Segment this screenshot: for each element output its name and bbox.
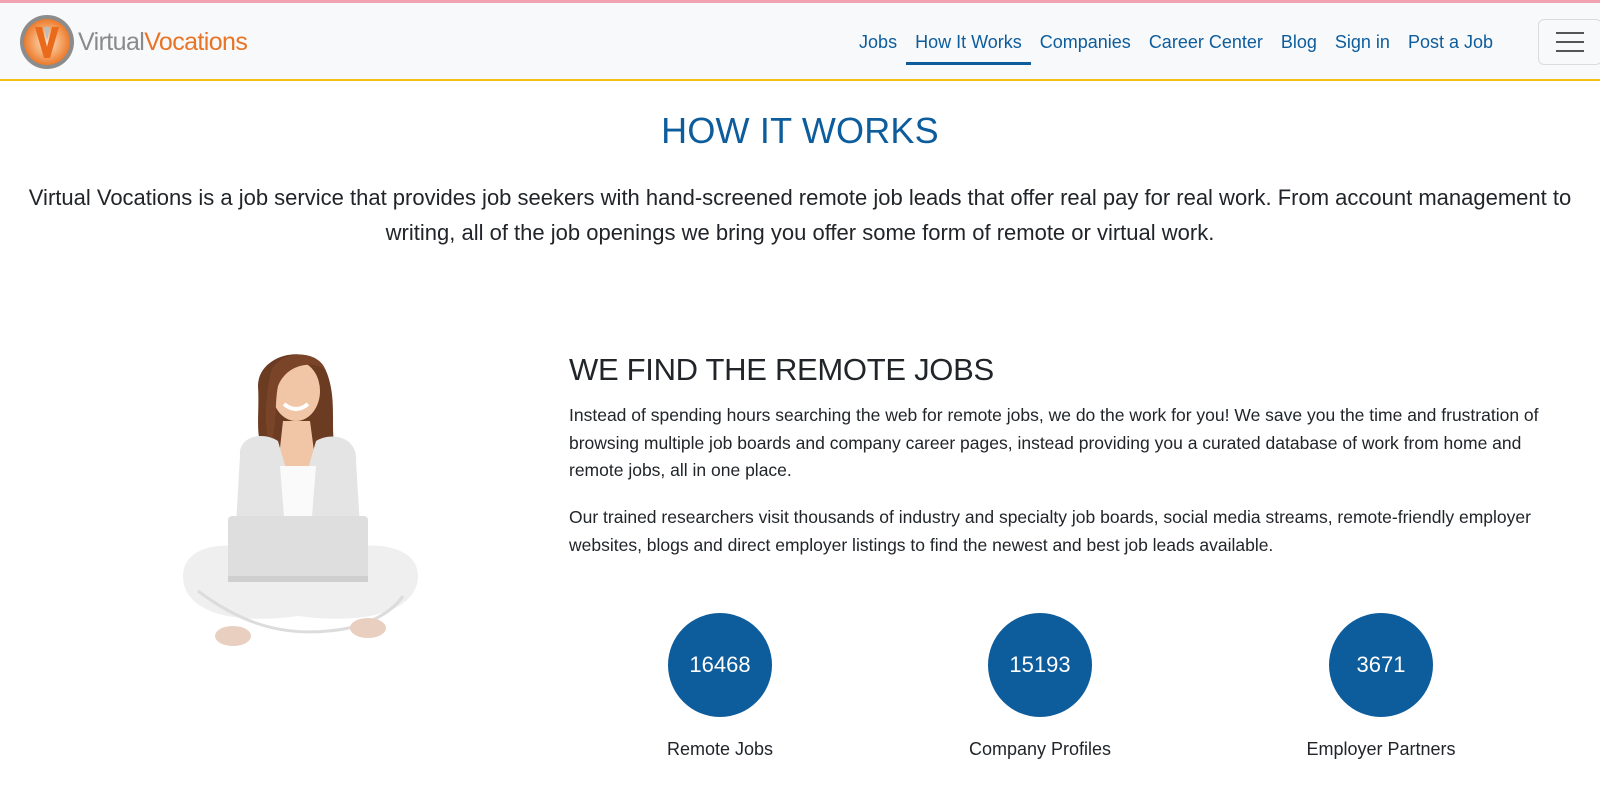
stat-label: Company Profiles	[968, 739, 1112, 759]
page-title: HOW IT WORKS	[661, 110, 939, 151]
hamburger-icon	[1556, 32, 1584, 34]
hamburger-icon-bar	[1556, 41, 1584, 43]
stat-employer-partners: 3671 Employer Partners	[1261, 613, 1501, 760]
brand-name: VirtualVocations	[78, 27, 248, 56]
stat-label: Remote Jobs	[666, 739, 774, 759]
nav-jobs[interactable]: Jobs	[850, 3, 906, 81]
nav-links: Jobs How It Works Companies Career Cente…	[850, 3, 1502, 81]
brand-name-vocations: Vocations	[144, 27, 248, 56]
brand-name-virtual: Virtual	[78, 27, 145, 56]
intro-text: Virtual Vocations is a job service that …	[28, 185, 1572, 245]
stat-value: 16468	[668, 613, 772, 717]
nav-companies[interactable]: Companies	[1031, 3, 1140, 81]
woman-with-laptop-image	[178, 346, 423, 676]
stat-value: 3671	[1329, 613, 1433, 717]
logo-icon	[18, 13, 76, 71]
stat-label: Employer Partners	[1306, 739, 1456, 759]
section-title: WE FIND THE REMOTE JOBS	[569, 352, 994, 387]
nav-how-it-works[interactable]: How It Works	[906, 3, 1031, 81]
brand-logo-link[interactable]: VirtualVocations	[18, 13, 248, 71]
stat-remote-jobs: 16468 Remote Jobs	[600, 613, 840, 760]
nav-career-center[interactable]: Career Center	[1140, 3, 1272, 81]
menu-toggle-button[interactable]	[1538, 19, 1600, 65]
section-paragraph: Instead of spending hours searching the …	[569, 405, 1539, 480]
stat-company-profiles: 15193 Company Profiles	[920, 613, 1160, 760]
nav-sign-in[interactable]: Sign in	[1326, 3, 1399, 81]
section-paragraph: Our trained researchers visit thousands …	[569, 507, 1531, 555]
nav-blog[interactable]: Blog	[1272, 3, 1326, 81]
navbar: VirtualVocations Jobs How It Works Compa…	[0, 3, 1600, 81]
hamburger-icon-bar	[1556, 50, 1584, 52]
stat-value: 15193	[988, 613, 1092, 717]
nav-post-a-job[interactable]: Post a Job	[1399, 3, 1502, 81]
